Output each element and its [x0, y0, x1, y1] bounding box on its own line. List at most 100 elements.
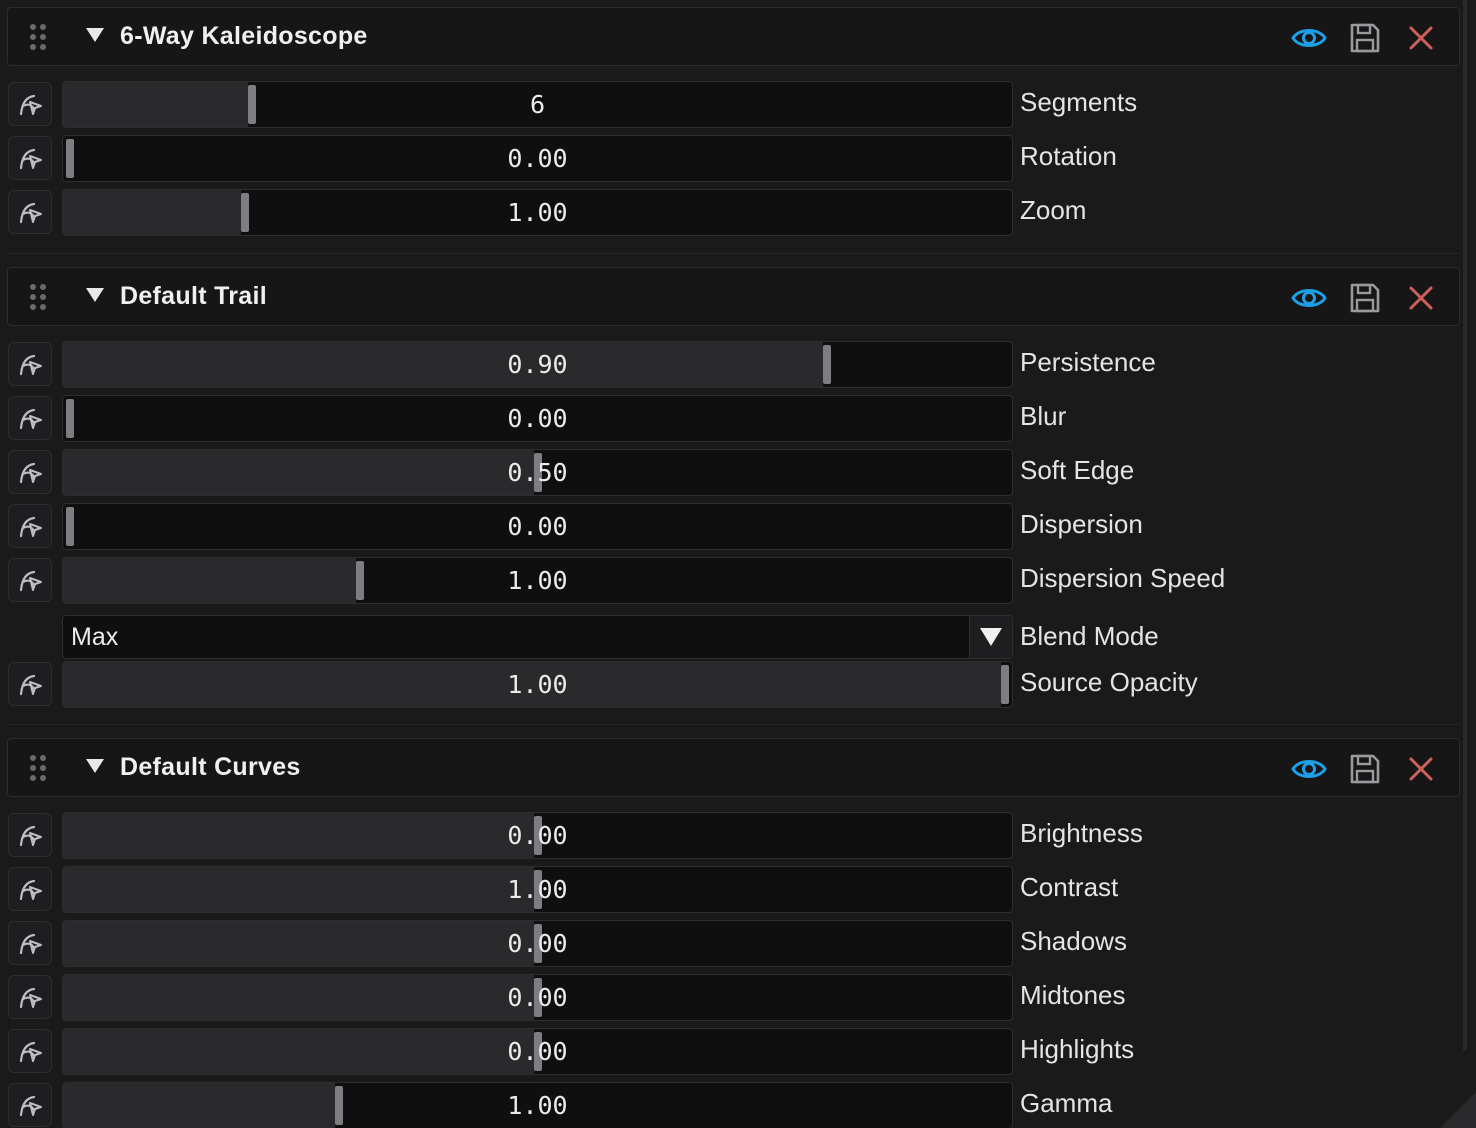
modulate-curve-icon[interactable]	[8, 396, 52, 440]
param-label: Contrast	[1020, 872, 1119, 902]
param-label: Blur	[1020, 401, 1067, 431]
slider-segments[interactable]: 6	[62, 81, 1013, 128]
collapse-triangle-icon[interactable]	[86, 288, 104, 302]
modulate-curve-icon[interactable]	[8, 558, 52, 602]
slider-value: 6	[529, 90, 546, 119]
slider-value: 0.00	[507, 929, 568, 958]
slider-value: 1.00	[507, 670, 568, 699]
slider-soft-edge[interactable]: 0.50	[62, 449, 1013, 496]
modulate-curve-icon[interactable]	[8, 450, 52, 494]
param-label: Blend Mode	[1020, 621, 1159, 651]
section-title: Default Trail	[120, 282, 267, 310]
modulate-curve-icon[interactable]	[8, 813, 52, 857]
slider-shadows[interactable]: 0.00	[62, 920, 1013, 967]
slider-rotation[interactable]: 0.00	[62, 135, 1013, 182]
param-row-zoom: 1.00 Zoom	[0, 189, 1476, 237]
param-label: Gamma	[1020, 1088, 1113, 1118]
section-title: Default Curves	[120, 753, 301, 781]
drag-handle-icon[interactable]	[30, 22, 48, 54]
modulate-curve-icon[interactable]	[8, 504, 52, 548]
close-icon[interactable]	[1403, 751, 1439, 787]
blend-mode-value: Max	[71, 623, 119, 651]
section-header-default-trail: Default Trail	[7, 267, 1460, 326]
param-row-blend-mode: Max Blend Mode	[0, 615, 1476, 663]
slider-dispersion-speed[interactable]: 1.00	[62, 557, 1013, 604]
modulate-curve-icon[interactable]	[8, 82, 52, 126]
slider-value: 0.00	[507, 983, 568, 1012]
collapse-triangle-icon[interactable]	[86, 759, 104, 773]
modulate-curve-icon[interactable]	[8, 1083, 52, 1127]
param-row-persistence: 0.90 Persistence	[0, 341, 1476, 389]
slider-value: 0.00	[507, 144, 568, 173]
param-label: Highlights	[1020, 1034, 1135, 1064]
slider-contrast[interactable]: 1.00	[62, 866, 1013, 913]
param-row-blur: 0.00 Blur	[0, 395, 1476, 443]
collapse-triangle-icon[interactable]	[86, 28, 104, 42]
param-label: Persistence	[1020, 347, 1156, 377]
param-label: Midtones	[1020, 980, 1126, 1010]
slider-dispersion[interactable]: 0.00	[62, 503, 1013, 550]
slider-value: 0.00	[507, 1037, 568, 1066]
slider-midtones[interactable]: 0.00	[62, 974, 1013, 1021]
param-row-rotation: 0.00 Rotation	[0, 135, 1476, 183]
param-label: Shadows	[1020, 926, 1127, 956]
param-row-dispersion: 0.00 Dispersion	[0, 503, 1476, 551]
param-row-dispersion-speed: 1.00 Dispersion Speed	[0, 557, 1476, 605]
slider-highlights[interactable]: 0.00	[62, 1028, 1013, 1075]
param-label: Source Opacity	[1020, 667, 1198, 697]
section-header-6-way-kaleidoscope: 6-Way Kaleidoscope	[7, 7, 1460, 66]
section-divider	[7, 724, 1460, 725]
param-row-contrast: 1.00 Contrast	[0, 866, 1476, 914]
slider-value: 1.00	[507, 875, 568, 904]
eye-icon[interactable]	[1291, 751, 1327, 787]
effects-panel: 6-Way Kaleidoscope 6 Segments 0.00 Rotation 1…	[0, 0, 1476, 1128]
param-row-soft-edge: 0.50 Soft Edge	[0, 449, 1476, 497]
modulate-curve-icon[interactable]	[8, 136, 52, 180]
modulate-curve-icon[interactable]	[8, 1029, 52, 1073]
param-row-brightness: 0.00 Brightness	[0, 812, 1476, 860]
slider-source-opacity[interactable]: 1.00	[62, 661, 1013, 708]
param-label: Dispersion	[1020, 509, 1143, 539]
param-label: Segments	[1020, 87, 1138, 117]
slider-value: 0.90	[507, 350, 568, 379]
modulate-curve-icon[interactable]	[8, 190, 52, 234]
save-icon[interactable]	[1347, 20, 1383, 56]
param-row-highlights: 0.00 Highlights	[0, 1028, 1476, 1076]
modulate-curve-icon[interactable]	[8, 975, 52, 1019]
save-icon[interactable]	[1347, 751, 1383, 787]
param-label: Brightness	[1020, 818, 1143, 848]
dropdown-button[interactable]	[969, 616, 1012, 658]
slider-value: 0.00	[507, 404, 568, 433]
blend-mode-select[interactable]: Max	[62, 615, 1013, 659]
modulate-curve-icon[interactable]	[8, 921, 52, 965]
slider-blur[interactable]: 0.00	[62, 395, 1013, 442]
param-label: Rotation	[1020, 141, 1117, 171]
param-row-segments: 6 Segments	[0, 81, 1476, 129]
modulate-curve-icon[interactable]	[8, 342, 52, 386]
eye-icon[interactable]	[1291, 280, 1327, 316]
drag-handle-icon[interactable]	[30, 282, 48, 314]
slider-value: 1.00	[507, 1091, 568, 1120]
dropdown-triangle-icon	[980, 628, 1002, 646]
section-divider	[7, 253, 1460, 254]
section-title: 6-Way Kaleidoscope	[120, 22, 368, 50]
close-icon[interactable]	[1403, 280, 1439, 316]
slider-value: 1.00	[507, 566, 568, 595]
param-row-shadows: 0.00 Shadows	[0, 920, 1476, 968]
modulate-curve-icon[interactable]	[8, 867, 52, 911]
slider-gamma[interactable]: 1.00	[62, 1082, 1013, 1128]
param-row-source-opacity: 1.00 Source Opacity	[0, 661, 1476, 709]
modulate-curve-icon[interactable]	[8, 662, 52, 706]
eye-icon[interactable]	[1291, 20, 1327, 56]
slider-value: 0.00	[507, 512, 568, 541]
slider-value: 0.50	[507, 458, 568, 487]
param-row-gamma: 1.00 Gamma	[0, 1082, 1476, 1128]
slider-persistence[interactable]: 0.90	[62, 341, 1013, 388]
slider-brightness[interactable]: 0.00	[62, 812, 1013, 859]
slider-value: 0.00	[507, 821, 568, 850]
close-icon[interactable]	[1403, 20, 1439, 56]
slider-zoom[interactable]: 1.00	[62, 189, 1013, 236]
save-icon[interactable]	[1347, 280, 1383, 316]
drag-handle-icon[interactable]	[30, 753, 48, 785]
slider-value: 1.00	[507, 198, 568, 227]
